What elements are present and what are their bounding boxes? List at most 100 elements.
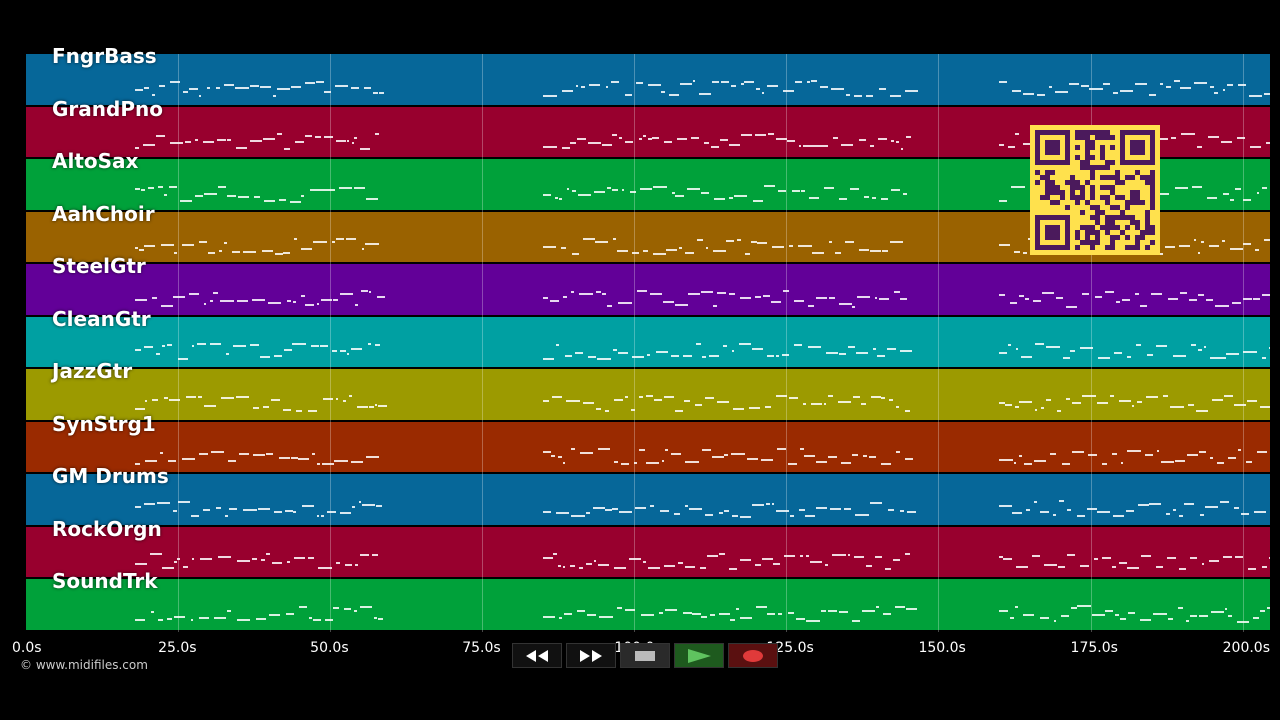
midi-note — [729, 568, 738, 571]
track-lane[interactable] — [26, 264, 1270, 315]
midi-note — [617, 301, 632, 304]
midi-note — [564, 355, 573, 358]
track-lane[interactable] — [26, 54, 1270, 105]
midi-note — [242, 508, 257, 511]
midi-note — [740, 297, 751, 300]
track-lane[interactable] — [26, 474, 1270, 525]
midi-note — [231, 250, 240, 253]
midi-note — [1181, 132, 1195, 135]
midi-note — [354, 610, 357, 613]
midi-note — [737, 238, 741, 241]
midi-note — [313, 241, 327, 244]
midi-note — [694, 404, 703, 407]
midi-note — [688, 292, 701, 295]
midi-note — [1212, 399, 1223, 402]
midi-note — [554, 196, 558, 199]
midi-note — [1257, 451, 1268, 454]
play-button[interactable] — [674, 643, 724, 668]
midi-note — [999, 200, 1007, 203]
midi-note — [1139, 304, 1147, 307]
midi-note — [1019, 455, 1022, 458]
midi-note — [771, 246, 784, 249]
midi-note — [284, 348, 292, 351]
midi-note — [648, 137, 652, 140]
track-label: FngrBass — [52, 44, 157, 68]
midi-note — [799, 554, 804, 557]
midi-note — [753, 199, 764, 202]
midi-note — [276, 133, 282, 136]
midi-note — [904, 90, 919, 93]
midi-note — [723, 454, 728, 457]
midi-note — [643, 250, 649, 253]
midi-note — [1187, 454, 1198, 457]
stop-button[interactable] — [620, 643, 670, 668]
midi-note — [612, 237, 616, 240]
midi-note — [859, 249, 869, 252]
midi-note — [678, 246, 683, 249]
midi-note — [789, 397, 798, 400]
midi-note — [691, 136, 700, 139]
midi-note — [1259, 406, 1270, 409]
midi-note — [138, 248, 144, 251]
midi-note — [1259, 610, 1265, 613]
rewind-button[interactable] — [512, 643, 562, 668]
midi-note — [335, 561, 340, 564]
midi-note — [1231, 302, 1241, 305]
midi-note — [647, 566, 661, 569]
midi-note — [223, 84, 234, 87]
track-lane[interactable] — [26, 421, 1270, 472]
track-label: AahChoir — [52, 201, 155, 226]
midi-note — [876, 354, 885, 357]
midi-note — [691, 612, 701, 615]
track-lane[interactable] — [26, 579, 1270, 630]
midi-note — [203, 193, 217, 196]
midi-note — [680, 82, 693, 85]
midi-note — [1221, 141, 1232, 144]
midi-note — [556, 511, 570, 514]
midi-note — [1097, 510, 1110, 513]
midi-note — [863, 196, 870, 199]
midi-note — [1015, 606, 1018, 609]
fast-forward-button[interactable] — [566, 643, 616, 668]
midi-note — [793, 300, 804, 303]
midi-note — [1170, 137, 1176, 140]
midi-note — [1055, 297, 1064, 300]
midi-note — [755, 605, 768, 608]
time-tick-label: 25.0s — [158, 640, 197, 656]
midi-note — [366, 455, 379, 458]
midi-note — [564, 613, 573, 615]
midi-note — [1127, 567, 1140, 570]
track-lane[interactable] — [26, 526, 1270, 577]
midi-note — [188, 87, 198, 90]
midi-note — [838, 401, 852, 404]
midi-note — [614, 460, 618, 463]
midi-note — [902, 192, 907, 195]
midi-note — [1019, 295, 1025, 298]
midi-note — [173, 252, 178, 255]
midi-note — [877, 138, 887, 141]
midi-note — [300, 195, 305, 198]
midi-note — [365, 243, 380, 246]
midi-note — [870, 145, 875, 148]
midi-note — [292, 301, 297, 304]
track-label: RockOrgn — [52, 516, 162, 541]
midi-note — [588, 355, 597, 358]
record-button[interactable] — [728, 643, 778, 668]
midi-note — [333, 607, 340, 610]
midi-note — [1199, 615, 1209, 618]
midi-note — [277, 87, 290, 90]
midi-note — [1250, 145, 1262, 148]
track-lane[interactable] — [26, 316, 1270, 367]
midi-note — [810, 402, 822, 405]
midi-note — [1034, 409, 1038, 412]
midi-note — [865, 95, 874, 98]
midi-note — [775, 395, 787, 398]
midi-note — [1113, 514, 1124, 517]
midi-note — [847, 554, 851, 557]
midi-note — [731, 349, 735, 352]
midi-note — [1070, 349, 1076, 352]
midi-note — [236, 147, 248, 150]
track-lane[interactable] — [26, 369, 1270, 420]
midi-note — [999, 294, 1005, 297]
midi-note — [1214, 304, 1229, 307]
